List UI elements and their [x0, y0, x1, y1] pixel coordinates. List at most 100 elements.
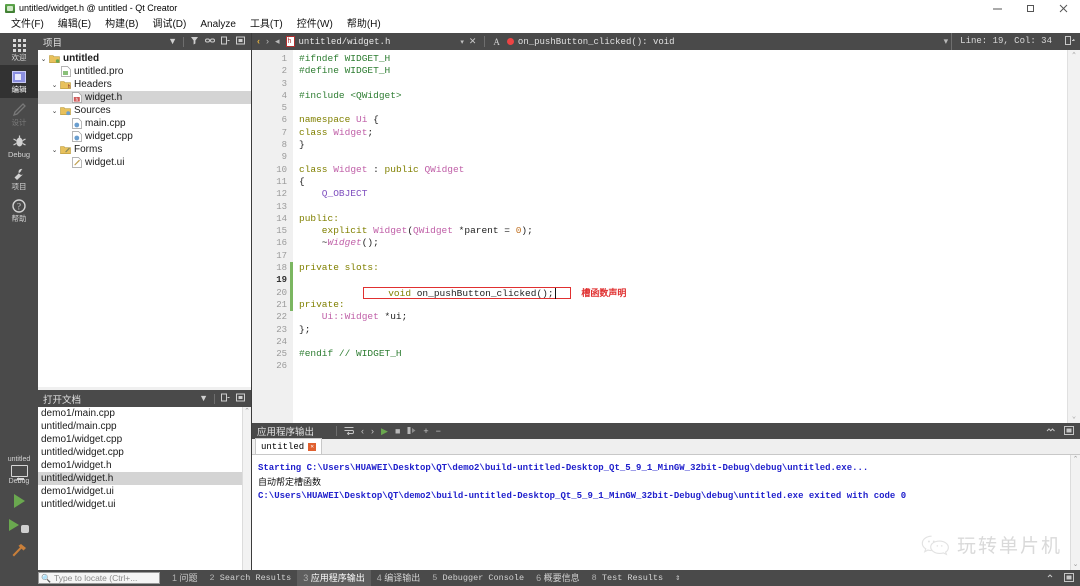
- line-number: 8: [281, 140, 287, 151]
- status-tab-test-results[interactable]: 8 Test Results: [586, 570, 669, 586]
- scroll-up-icon[interactable]: ⌃: [1068, 50, 1080, 62]
- split-icon[interactable]: [221, 393, 230, 404]
- chevron-down-icon[interactable]: ⌄: [49, 146, 60, 154]
- tree-item-widget-h[interactable]: h widget.h: [38, 91, 251, 104]
- run-target-selector[interactable]: untitled Debug: [0, 456, 38, 489]
- chevron-down-icon[interactable]: ⌄: [49, 107, 60, 115]
- code-token: QWidget: [413, 225, 453, 237]
- mode-edit[interactable]: 编辑: [0, 65, 38, 98]
- editor-scrollbar[interactable]: ⌃ ⌄: [1067, 50, 1080, 423]
- scroll-down-icon[interactable]: ⌄: [1068, 411, 1080, 423]
- divider: [214, 393, 215, 404]
- list-item[interactable]: untitled/widget.cpp: [38, 446, 251, 459]
- chevron-down-icon[interactable]: ▼: [199, 394, 208, 403]
- scroll-down-icon[interactable]: ⌄: [1071, 560, 1080, 570]
- mode-welcome[interactable]: 欢迎: [0, 33, 38, 65]
- close-icon[interactable]: [1047, 0, 1080, 16]
- build-button[interactable]: [0, 538, 38, 564]
- mode-debug[interactable]: Debug: [0, 130, 38, 162]
- menu-file[interactable]: 文件(F): [4, 16, 51, 33]
- close-tab-icon[interactable]: ✕: [308, 442, 317, 451]
- close-split-icon[interactable]: [236, 36, 245, 47]
- code-editor[interactable]: 1 2 3 4 5 6 7 8 9 10 11 12 13 14 15 16 1: [252, 50, 1080, 423]
- tree-item-forms[interactable]: ⌄ Forms: [38, 143, 251, 156]
- scroll-up-icon[interactable]: ⌃: [1071, 455, 1080, 465]
- tree-item-main-cpp[interactable]: main.cpp: [38, 117, 251, 130]
- code-text[interactable]: #ifndef WIDGET_H #define WIDGET_H #inclu…: [293, 50, 1080, 423]
- list-item[interactable]: demo1/widget.ui: [38, 485, 251, 498]
- search-input[interactable]: 🔍 Type to locate (Ctrl+...: [38, 572, 160, 584]
- status-tab-compile-output[interactable]: 4 编译输出: [371, 570, 427, 586]
- zoom-in-icon[interactable]: +: [423, 426, 428, 436]
- editor-file-name[interactable]: untitled/widget.h: [299, 37, 391, 47]
- back-chevron-icon[interactable]: ‹: [254, 33, 263, 50]
- menu-analyze[interactable]: Analyze: [193, 16, 243, 33]
- tree-item-untitled[interactable]: ⌄ untitled: [38, 52, 251, 65]
- list-item[interactable]: demo1/widget.cpp: [38, 433, 251, 446]
- attach-icon[interactable]: [407, 426, 416, 437]
- pane-toggle-icon[interactable]: [1064, 572, 1074, 584]
- editor-symbol-name[interactable]: on_pushButton_clicked(): void: [518, 37, 675, 47]
- status-tab-debugger-console[interactable]: 5 Debugger Console: [426, 570, 530, 586]
- tree-item-widget-ui[interactable]: widget.ui: [38, 156, 251, 169]
- menu-edit[interactable]: 编辑(E): [51, 16, 98, 33]
- scroll-up-icon[interactable]: ⌃: [243, 407, 251, 416]
- run-button[interactable]: [0, 489, 38, 513]
- stop-icon[interactable]: ■: [395, 426, 400, 436]
- list-item[interactable]: untitled/main.cpp: [38, 420, 251, 433]
- chevron-down-icon[interactable]: ▼: [168, 37, 177, 46]
- line-col-indicator[interactable]: Line: 19, Col: 34: [951, 33, 1060, 50]
- mode-projects[interactable]: 项目: [0, 162, 38, 194]
- status-tab-general-messages[interactable]: 6 概要信息: [530, 570, 586, 586]
- chevron-down-icon[interactable]: ⌄: [38, 55, 49, 63]
- word-wrap-icon[interactable]: [344, 426, 355, 437]
- maximize-pane-icon[interactable]: [1045, 426, 1056, 436]
- output-tab-untitled[interactable]: untitled ✕: [255, 438, 323, 454]
- menu-tools[interactable]: 工具(T): [243, 16, 290, 33]
- menu-help[interactable]: 帮助(H): [340, 16, 388, 33]
- menu-build[interactable]: 构建(B): [98, 16, 145, 33]
- list-item[interactable]: demo1/main.cpp: [38, 407, 251, 420]
- close-panel-icon[interactable]: [236, 393, 245, 404]
- menu-debug[interactable]: 调试(D): [145, 16, 193, 33]
- minimize-icon[interactable]: [981, 0, 1014, 16]
- split-icon[interactable]: [221, 36, 230, 47]
- status-tab-issues[interactable]: 1 问题: [166, 570, 204, 586]
- tree-item-sources[interactable]: ⌄ Sources: [38, 104, 251, 117]
- forward-chevron-icon[interactable]: ›: [263, 33, 272, 50]
- split-editor-icon[interactable]: [1060, 36, 1080, 47]
- code-token: class: [299, 163, 334, 175]
- code-line: class Widget : public QWidget: [293, 164, 1080, 176]
- status-bar-resize-handle[interactable]: ⇕: [669, 570, 686, 586]
- status-tab-application-output[interactable]: 3 应用程序输出: [297, 570, 371, 586]
- history-icon[interactable]: ◂: [272, 33, 283, 50]
- close-icon[interactable]: ✕: [464, 36, 482, 47]
- chevron-down-icon[interactable]: ⌄: [49, 81, 60, 89]
- close-pane-icon[interactable]: [1064, 425, 1074, 437]
- link-icon[interactable]: [205, 36, 215, 47]
- tree-item-widget-cpp[interactable]: widget.cpp: [38, 130, 251, 143]
- mode-design[interactable]: 设计: [0, 98, 38, 130]
- filter-icon[interactable]: [190, 36, 199, 47]
- open-documents-scrollbar[interactable]: ⌃: [242, 407, 251, 570]
- output-console[interactable]: Starting C:\Users\HUAWEI\Desktop\QT\demo…: [252, 455, 1080, 570]
- chevron-down-icon[interactable]: ▾: [941, 33, 952, 50]
- prev-icon[interactable]: ‹: [361, 426, 364, 436]
- tree-item-headers[interactable]: ⌄ h Headers: [38, 78, 251, 91]
- status-tab-search-results[interactable]: 2 Search Results: [204, 570, 298, 586]
- list-item[interactable]: demo1/widget.h: [38, 459, 251, 472]
- debug-button[interactable]: [0, 513, 38, 538]
- list-item-selected[interactable]: untitled/widget.h: [38, 472, 251, 485]
- list-item[interactable]: untitled/widget.ui: [38, 498, 251, 511]
- zoom-out-icon[interactable]: −: [436, 426, 441, 436]
- resize-grip-icon[interactable]: [1046, 573, 1056, 584]
- tree-item-untitled-pro[interactable]: untitled.pro: [38, 65, 251, 78]
- line-number-gutter: 1 2 3 4 5 6 7 8 9 10 11 12 13 14 15 16 1: [252, 50, 290, 423]
- run-icon[interactable]: ▶: [381, 426, 388, 437]
- code-token: class: [299, 126, 334, 138]
- next-icon[interactable]: ›: [371, 426, 374, 436]
- mode-help[interactable]: ? 帮助: [0, 194, 38, 226]
- maximize-icon[interactable]: [1014, 0, 1047, 16]
- output-scrollbar[interactable]: ⌃ ⌄: [1070, 455, 1080, 570]
- menu-widgets[interactable]: 控件(W): [290, 16, 340, 33]
